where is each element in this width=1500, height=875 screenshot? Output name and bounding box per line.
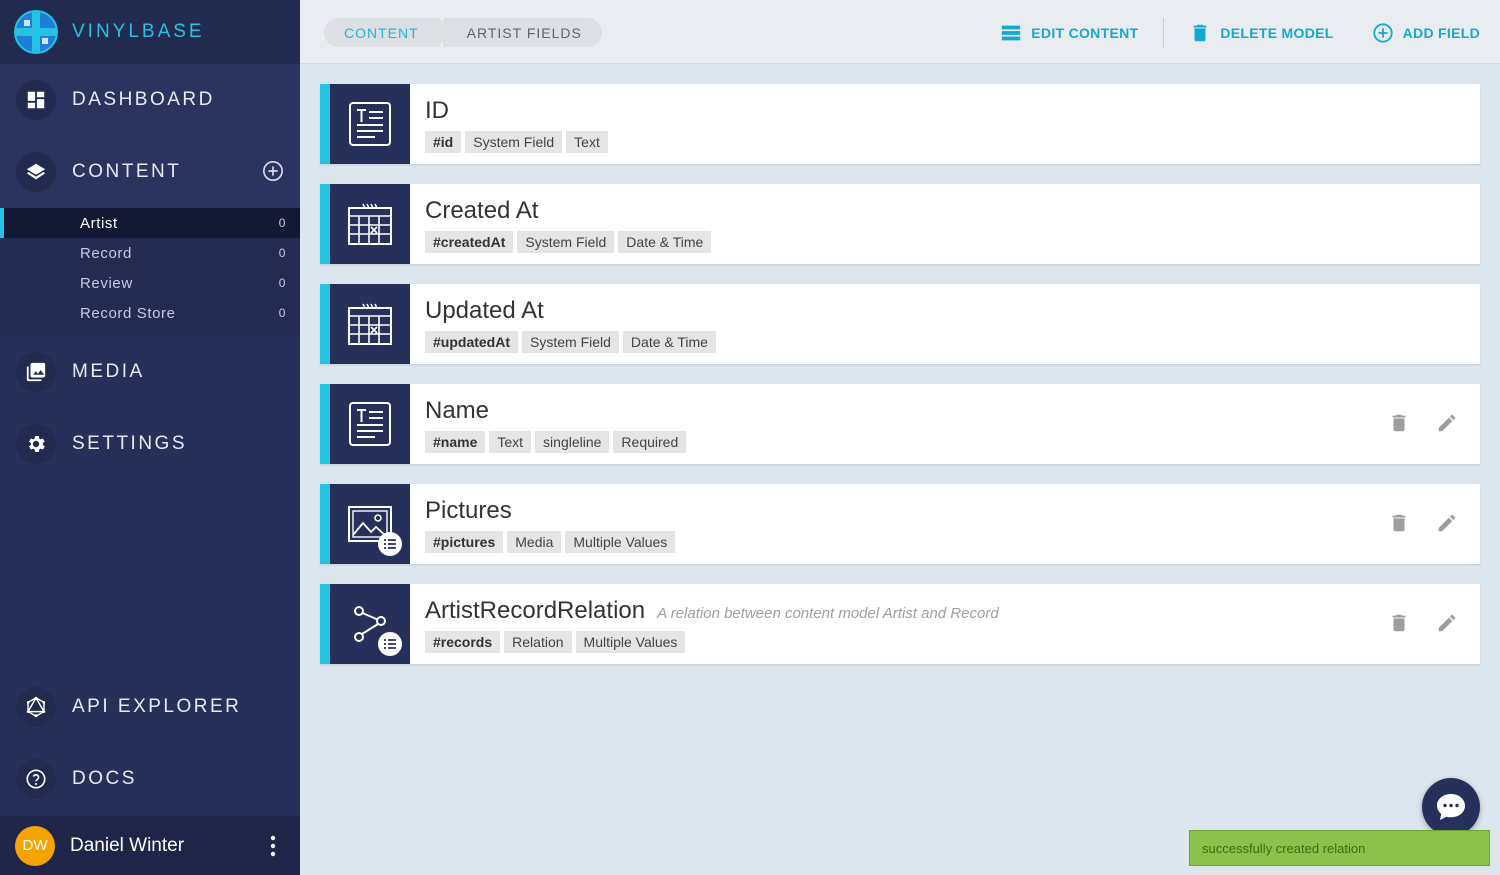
- nav-settings-label: SETTINGS: [72, 433, 188, 454]
- breadcrumb: CONTENT ARTIST FIELDS: [324, 18, 602, 47]
- more-vertical-icon[interactable]: [270, 835, 276, 857]
- nav-media[interactable]: MEDIA: [0, 336, 300, 408]
- nav-content-label: CONTENT: [72, 161, 182, 182]
- field-title: ArtistRecordRelation: [425, 597, 646, 624]
- list-badge-icon: [384, 539, 396, 549]
- field-card-id[interactable]: ID #id System Field Text: [320, 84, 1480, 164]
- field-tag: Required: [613, 431, 687, 453]
- field-card-name[interactable]: Name #name Text singleline Required: [320, 384, 1480, 464]
- field-title: Pictures: [425, 497, 512, 524]
- calendar-icon: [348, 303, 392, 345]
- brand[interactable]: VINYLBASE: [0, 0, 300, 64]
- user-name: Daniel Winter: [70, 834, 185, 856]
- field-tag: Multiple Values: [565, 531, 676, 553]
- chat-bubble-icon: [1437, 794, 1465, 820]
- layers-icon: [26, 163, 46, 180]
- field-tag: System Field: [465, 131, 563, 153]
- add-content-icon[interactable]: [262, 160, 284, 182]
- content-submenu: Artist 0 Record 0 Review 0 Record Store …: [0, 208, 300, 336]
- edit-content-button[interactable]: EDIT CONTENT: [1000, 22, 1138, 44]
- field-tag: singleline: [535, 431, 610, 453]
- text-field-icon: [349, 102, 391, 146]
- field-title: Name: [425, 397, 490, 424]
- field-tag: Date & Time: [622, 331, 716, 353]
- nav-content[interactable]: CONTENT: [0, 136, 300, 208]
- avatar: DW: [15, 825, 55, 866]
- field-tag: Text: [566, 131, 608, 153]
- breadcrumb-artist-fields: ARTIST FIELDS: [442, 18, 602, 47]
- chat-button[interactable]: [1422, 778, 1480, 836]
- graphql-icon: [26, 696, 46, 718]
- add-field-button[interactable]: ADD FIELD: [1372, 22, 1480, 44]
- add-circle-icon: [1373, 23, 1393, 43]
- nav-docs[interactable]: DOCS: [0, 743, 300, 815]
- field-card-updated-at[interactable]: Updated At #updatedAt System Field Date …: [320, 284, 1480, 364]
- field-description: A relation between content model Artist …: [657, 605, 999, 622]
- item-count: 0: [278, 276, 286, 290]
- edit-field-icon[interactable]: [1436, 612, 1458, 634]
- sidebar-item-review[interactable]: Review 0: [0, 268, 300, 298]
- field-tag: Date & Time: [618, 231, 712, 253]
- gear-icon: [29, 436, 45, 452]
- nav-media-label: MEDIA: [72, 361, 145, 382]
- field-title: Updated At: [425, 297, 544, 324]
- field-title: ID: [425, 97, 449, 124]
- nav-dashboard-label: DASHBOARD: [72, 89, 215, 110]
- help-icon: [26, 769, 46, 789]
- item-count: 0: [278, 246, 286, 260]
- field-tag: Media: [507, 531, 562, 553]
- item-count: 0: [278, 216, 286, 230]
- field-card-pictures[interactable]: Pictures #pictures Media Multiple Values: [320, 484, 1480, 564]
- media-icon: [26, 362, 46, 382]
- list-icon: [1002, 25, 1021, 41]
- field-list: ID #id System Field Text Created At #cre…: [320, 84, 1480, 684]
- trash-icon: [1193, 24, 1207, 42]
- list-badge-icon: [384, 639, 396, 649]
- sidebar-item-record[interactable]: Record 0: [0, 238, 300, 268]
- edit-field-icon[interactable]: [1436, 412, 1458, 434]
- edit-field-icon[interactable]: [1436, 512, 1458, 534]
- nav-api-explorer[interactable]: API EXPLORER: [0, 671, 300, 743]
- field-tag: Multiple Values: [575, 631, 686, 653]
- nav-docs-label: DOCS: [72, 768, 137, 789]
- nav-api-explorer-label: API EXPLORER: [72, 696, 242, 717]
- sidebar-item-record-store[interactable]: Record Store 0: [0, 298, 300, 328]
- field-tag: Text: [489, 431, 532, 453]
- breadcrumb-content[interactable]: CONTENT: [324, 18, 451, 47]
- toolbar-actions: EDIT CONTENT DELETE MODEL ADD FIELD: [1000, 18, 1480, 48]
- sidebar-item-artist[interactable]: Artist 0: [0, 208, 300, 238]
- delete-field-icon[interactable]: [1388, 612, 1410, 634]
- delete-field-icon[interactable]: [1388, 412, 1410, 434]
- delete-model-button[interactable]: DELETE MODEL: [1189, 22, 1333, 44]
- brand-name: VINYLBASE: [72, 21, 205, 42]
- field-api-id: #pictures: [425, 531, 504, 553]
- field-card-created-at[interactable]: Created At #createdAt System Field Date …: [320, 184, 1480, 264]
- user-profile[interactable]: DW Daniel Winter: [0, 816, 300, 875]
- delete-field-icon[interactable]: [1388, 512, 1410, 534]
- calendar-icon: [348, 203, 392, 245]
- success-toast: successfully created relation: [1189, 830, 1490, 866]
- text-field-icon: [349, 402, 391, 446]
- nav-dashboard[interactable]: DASHBOARD: [0, 64, 300, 136]
- dashboard-icon: [27, 91, 45, 109]
- field-api-id: #createdAt: [425, 231, 514, 253]
- field-api-id: #name: [425, 431, 486, 453]
- field-tag: System Field: [522, 331, 619, 353]
- topbar: CONTENT ARTIST FIELDS EDIT CONTENT DELET…: [300, 0, 1500, 64]
- item-count: 0: [278, 306, 286, 320]
- sidebar: VINYLBASE DASHBOARD CONTENT Artist 0 Rec…: [0, 0, 300, 875]
- field-api-id: #records: [425, 631, 501, 653]
- vinylbase-logo-icon: [14, 10, 58, 54]
- field-api-id: #id: [425, 131, 462, 153]
- field-tag: Relation: [504, 631, 572, 653]
- field-api-id: #updatedAt: [425, 331, 518, 353]
- nav-settings[interactable]: SETTINGS: [0, 408, 300, 480]
- field-tag: System Field: [517, 231, 615, 253]
- field-card-artist-record-relation[interactable]: ArtistRecordRelation A relation between …: [320, 584, 1480, 664]
- field-title: Created At: [425, 197, 539, 224]
